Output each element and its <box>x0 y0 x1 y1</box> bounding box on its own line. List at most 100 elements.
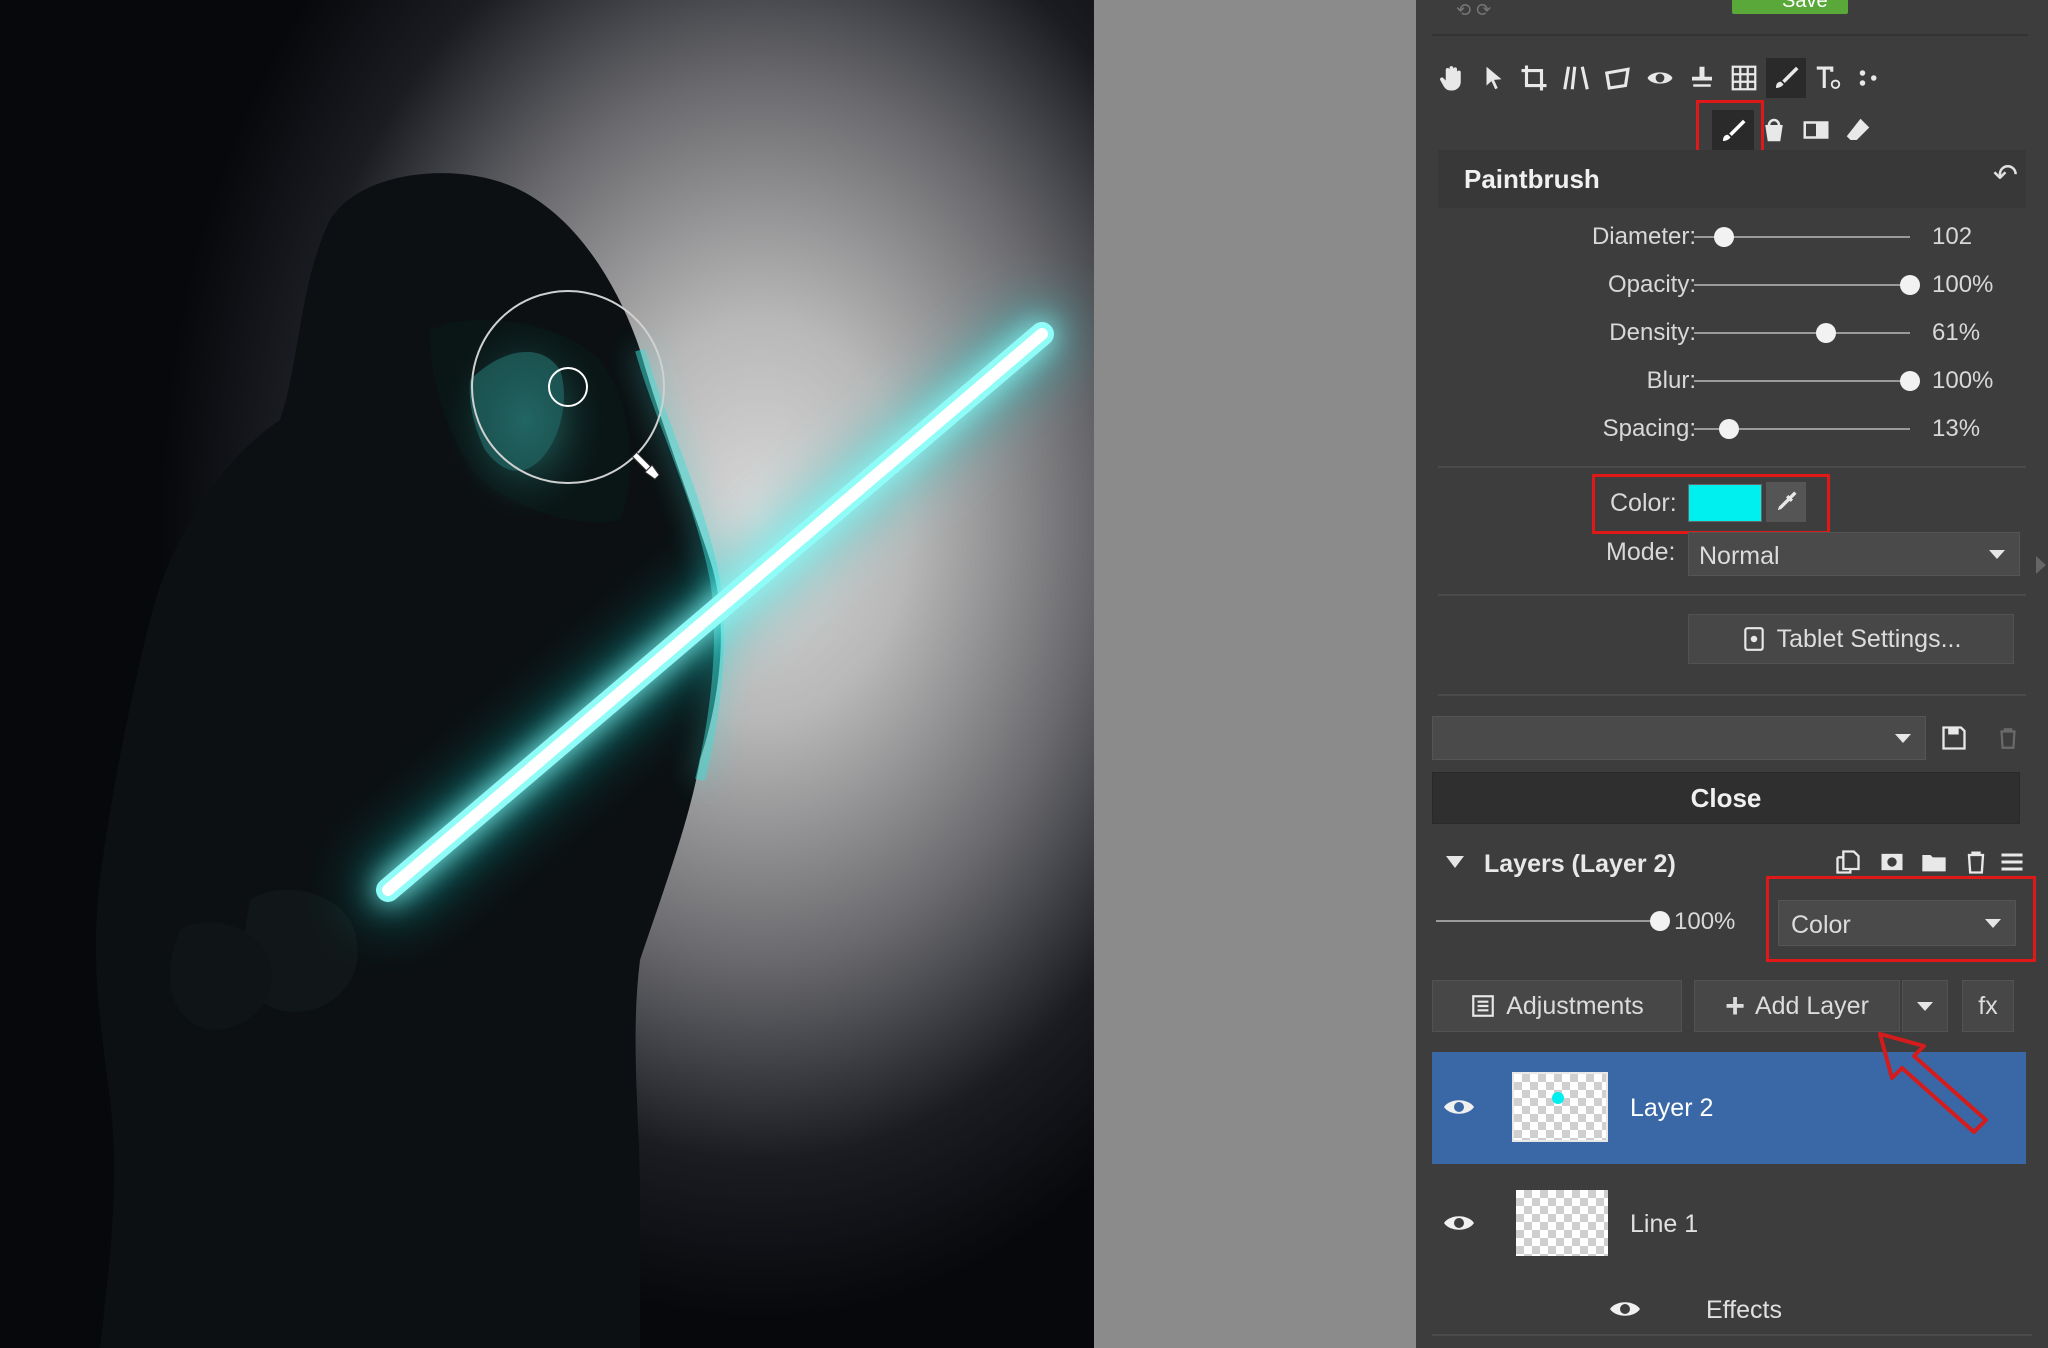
eyedropper-icon <box>1777 491 1797 511</box>
layers-header: Layers (Layer 2) <box>1432 838 2026 890</box>
visibility-eye-icon[interactable] <box>1608 1298 1642 1320</box>
close-button[interactable]: Close <box>1432 772 2020 824</box>
tablet-icon <box>1743 627 1764 651</box>
layer-name: Layer 2 <box>1630 1094 1714 1122</box>
slider-track[interactable] <box>1694 380 1910 382</box>
color-swatch[interactable] <box>1688 484 1762 522</box>
effects-row[interactable]: Effects <box>1432 1284 2026 1336</box>
slider-value: 61% <box>1932 319 1981 346</box>
text-icon[interactable] <box>1810 60 1846 96</box>
visibility-eye-icon[interactable] <box>1442 1212 1476 1234</box>
chevron-down-icon <box>1895 734 1911 743</box>
slider-label: Blur: <box>1646 367 1696 394</box>
slider-value: 100% <box>1932 367 1994 394</box>
blend-mode-value: Color <box>1791 911 1851 939</box>
slider-thumb[interactable] <box>1900 371 1920 391</box>
layer-row-line-1[interactable]: Line 1 <box>1432 1168 2026 1280</box>
layer-mask-icon[interactable] <box>1878 848 1906 876</box>
hand-icon[interactable] <box>1434 60 1470 96</box>
layer-thumbnail <box>1512 1072 1608 1142</box>
save-button[interactable]: Save <box>1732 0 1848 14</box>
plus-icon: + <box>1725 987 1745 1025</box>
visibility-eye-icon[interactable] <box>1442 1096 1476 1118</box>
toolbar-separator <box>1432 34 2028 36</box>
menu-icon[interactable] <box>1998 848 2026 876</box>
photo-canvas[interactable] <box>0 0 1094 1348</box>
eraser-icon[interactable] <box>1840 112 1876 148</box>
layer-thumbnail <box>1514 1188 1610 1258</box>
tablet-settings-button[interactable]: Tablet Settings... <box>1688 614 2014 664</box>
clone-stamp-icon[interactable] <box>1684 60 1720 96</box>
folder-icon[interactable] <box>1920 848 1948 876</box>
color-label: Color: <box>1610 489 1677 517</box>
slider-thumb[interactable] <box>1900 275 1920 295</box>
add-layer-label: Add Layer <box>1754 991 1869 1020</box>
slider-thumb[interactable] <box>1718 419 1739 439</box>
blend-mode-dropdown[interactable]: Color <box>1778 900 2016 946</box>
layer-opacity-thumb[interactable] <box>1650 911 1670 931</box>
perspective-icon[interactable] <box>1558 60 1594 96</box>
tool-panel: ⟲ ⟳ Save Paintbrush ↶ Diameter: 102 Opac… <box>1416 0 2048 1348</box>
red-eye-icon[interactable] <box>1642 60 1678 96</box>
slider-value: 100% <box>1932 271 1994 298</box>
annotation-arrow <box>1878 1032 1988 1134</box>
paintbrush-title: Paintbrush <box>1464 164 1600 194</box>
divider <box>1432 1334 2032 1336</box>
eyedropper-button[interactable] <box>1766 482 1806 522</box>
slider-value: 13% <box>1932 415 1981 442</box>
layer-opacity-value: 100% <box>1674 908 1736 935</box>
close-label: Close <box>1690 782 1762 813</box>
save-preset-icon[interactable] <box>1932 716 1976 760</box>
crop-icon[interactable] <box>1516 60 1552 96</box>
brush-tools-icon[interactable] <box>1766 58 1806 98</box>
slider-thumb[interactable] <box>1714 227 1735 247</box>
figure-silhouette <box>95 173 721 1348</box>
mode-dropdown[interactable]: Normal <box>1688 532 2020 576</box>
duplicate-layer-icon[interactable] <box>1834 848 1862 876</box>
slider-value: 102 <box>1932 223 1973 250</box>
collapse-triangle-icon[interactable] <box>1446 856 1464 868</box>
divider <box>1438 694 2026 696</box>
photo-artwork <box>95 173 1065 1348</box>
layer-name: Line 1 <box>1630 1210 1699 1238</box>
grid-icon[interactable] <box>1726 60 1762 96</box>
layer-opacity-track[interactable] <box>1436 920 1660 922</box>
dots-icon[interactable] <box>1852 60 1888 96</box>
mode-value: Normal <box>1699 542 1780 570</box>
chevron-down-icon <box>1917 1001 1933 1011</box>
save-label: Save <box>1782 0 1828 12</box>
layers-title: Layers (Layer 2) <box>1484 850 1676 878</box>
slider-thumb[interactable] <box>1815 323 1836 343</box>
divider <box>1438 466 2026 468</box>
select-arrow-icon[interactable] <box>1476 60 1512 96</box>
fx-label: fx <box>1978 991 1998 1020</box>
slider-label: Spacing: <box>1602 415 1696 442</box>
mode-label: Mode: <box>1606 538 1676 566</box>
slider-track[interactable] <box>1694 332 1910 334</box>
delete-layer-icon[interactable] <box>1962 848 1990 876</box>
history-arrows[interactable]: ⟲ ⟳ <box>1456 0 1536 20</box>
slider-track[interactable] <box>1694 284 1910 286</box>
collapse-panel-arrow-icon[interactable] <box>2036 556 2046 574</box>
paintbrush-header: Paintbrush ↶ <box>1438 150 2026 208</box>
trash-preset-icon[interactable] <box>1986 716 2030 760</box>
canvas-background <box>1094 0 1416 1348</box>
slider-label: Density: <box>1609 319 1696 346</box>
slider-label: Diameter: <box>1591 223 1696 250</box>
tablet-settings-label: Tablet Settings... <box>1776 624 1962 653</box>
paint-bucket-icon[interactable] <box>1756 112 1792 148</box>
brush-dot <box>1552 1092 1564 1104</box>
chevron-down-icon <box>1989 550 2005 559</box>
effects-label: Effects <box>1706 1296 1782 1324</box>
divider <box>1438 594 2026 596</box>
reset-arrow-icon[interactable]: ↶ <box>1993 158 2018 193</box>
paintbrush-icon[interactable] <box>1712 110 1754 152</box>
adjustments-icon <box>1472 995 1495 1017</box>
preset-dropdown[interactable] <box>1432 716 1926 760</box>
slider-label: Opacity: <box>1607 271 1696 298</box>
chevron-down-icon <box>1985 919 2001 928</box>
adjustments-button[interactable]: Adjustments <box>1432 980 1682 1032</box>
gradient-icon[interactable] <box>1798 112 1834 148</box>
adjustments-label: Adjustments <box>1506 991 1644 1020</box>
transform-icon[interactable] <box>1600 60 1636 96</box>
